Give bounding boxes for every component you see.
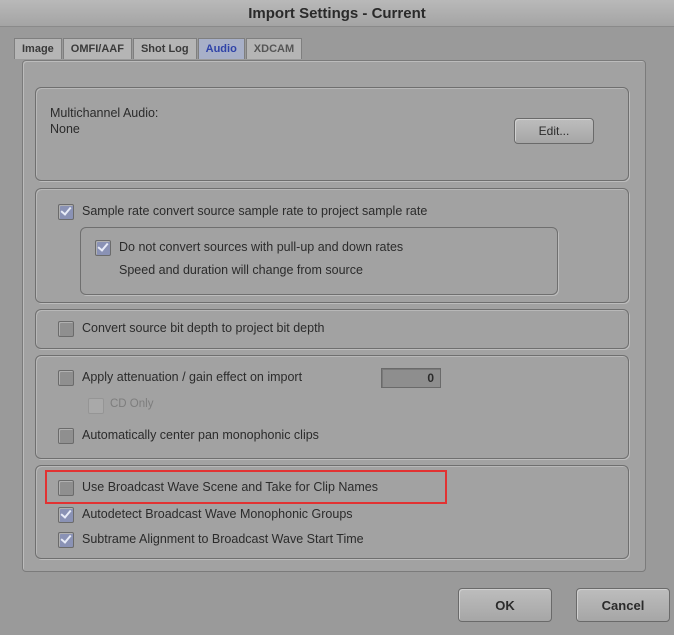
bit-depth-label: Convert source bit depth to project bit … <box>82 321 325 335</box>
tab-xdcam[interactable]: XDCAM <box>245 38 303 59</box>
gain-group: Apply attenuation / gain effect on impor… <box>35 355 629 459</box>
mono-groups-label: Autodetect Broadcast Wave Monophonic Gro… <box>82 507 353 521</box>
bit-depth-checkbox[interactable] <box>58 321 74 337</box>
ok-button[interactable]: OK <box>458 588 552 622</box>
sample-rate-group: Sample rate convert source sample rate t… <box>35 188 629 303</box>
pulldown-label: Do not convert sources with pull-up and … <box>119 240 404 254</box>
window-title: Import Settings - Current <box>248 4 426 22</box>
multichannel-label: Multichannel Audio: <box>50 106 159 120</box>
attenuation-label: Apply attenuation / gain effect on impor… <box>82 370 303 384</box>
center-pan-checkbox[interactable] <box>58 428 74 444</box>
pulldown-checkbox[interactable] <box>95 240 111 256</box>
subframe-label: Subtrame Alignment to Broadcast Wave Sta… <box>82 532 364 546</box>
tab-bar: Image OMFI/AAF Shot Log Audio XDCAM <box>14 38 303 60</box>
bit-depth-group: Convert source bit depth to project bit … <box>35 309 629 349</box>
cd-only-label: CD Only <box>110 398 154 410</box>
tab-omfi-aaf[interactable]: OMFI/AAF <box>62 38 132 59</box>
tab-shot-log[interactable]: Shot Log <box>132 38 197 59</box>
window-title-bar: Import Settings - Current <box>0 0 674 27</box>
sample-rate-convert-label: Sample rate convert source sample rate t… <box>82 204 428 218</box>
broadcast-wave-group: Use Broadcast Wave Scene and Take for Cl… <box>35 465 629 559</box>
tab-audio[interactable]: Audio <box>197 38 245 59</box>
multichannel-value: None <box>50 122 80 136</box>
cancel-button[interactable]: Cancel <box>576 588 670 622</box>
mono-groups-checkbox[interactable] <box>58 507 74 523</box>
pulldown-subgroup: Do not convert sources with pull-up and … <box>80 227 558 295</box>
edit-button[interactable]: Edit... <box>514 118 594 144</box>
subframe-checkbox[interactable] <box>58 532 74 548</box>
multichannel-group: Multichannel Audio: None Edit... <box>35 87 629 181</box>
sample-rate-convert-checkbox[interactable] <box>58 204 74 220</box>
audio-settings-panel: Multichannel Audio: None Edit... Sample … <box>22 60 646 572</box>
tab-image[interactable]: Image <box>14 38 62 59</box>
attenuation-value-field[interactable]: 0 <box>381 368 441 388</box>
annotation-highlight-box <box>45 470 447 504</box>
cd-only-checkbox[interactable] <box>88 398 104 414</box>
pulldown-note: Speed and duration will change from sour… <box>119 263 363 277</box>
attenuation-checkbox[interactable] <box>58 370 74 386</box>
center-pan-label: Automatically center pan monophonic clip… <box>82 428 319 442</box>
